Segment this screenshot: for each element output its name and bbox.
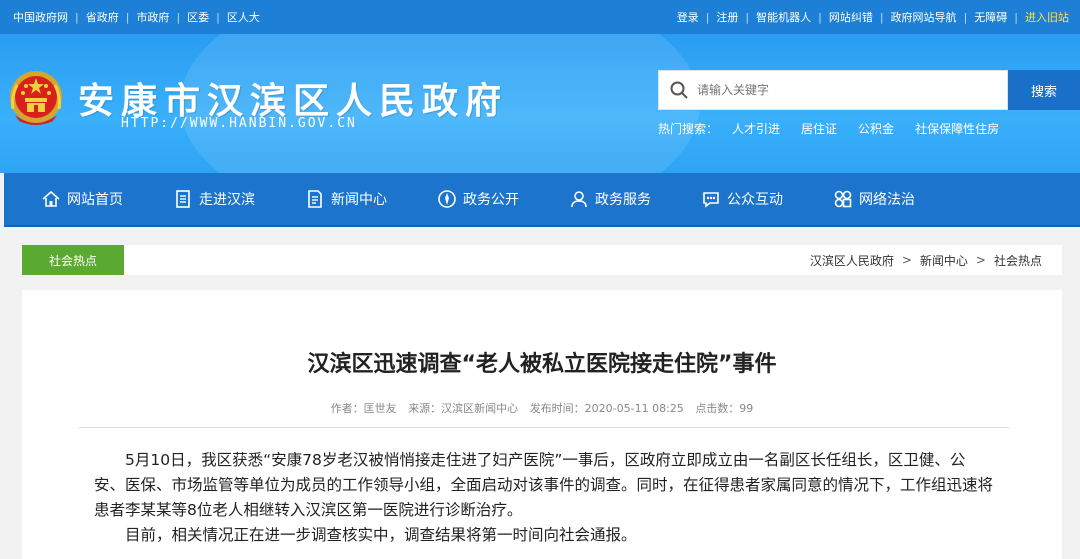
breadcrumb-item-home[interactable]: 汉滨区人民政府 xyxy=(810,252,894,269)
nav-label: 网站首页 xyxy=(67,192,123,208)
site-url: HTTP://WWW.HANBIN.GOV.CN xyxy=(121,116,357,131)
nav-label: 政务公开 xyxy=(463,192,519,208)
old-site-link[interactable]: 进入旧站 xyxy=(1018,9,1076,25)
accessibility-link[interactable]: 无障碍 xyxy=(967,9,1014,25)
article-paragraph: 5月10日，我区获悉“安康78岁老汉被悄悄接走住进了妇产医院”一事后，区政府立即… xyxy=(94,451,994,519)
home-icon xyxy=(42,190,60,207)
breadcrumb-separator: > xyxy=(901,253,912,267)
article-panel: 汉滨区迅速调查“老人被私立医院接走住院”事件 作者：匡世友 来源：汉滨区新闻中心… xyxy=(22,290,1062,559)
breadcrumb-bar: 社会热点 汉滨区人民政府 > 新闻中心 > 社会热点 xyxy=(22,245,1062,275)
separator: | xyxy=(963,10,968,24)
nav-item-news[interactable]: 新闻中心 xyxy=(268,172,400,226)
separator: | xyxy=(75,10,79,24)
separator: | xyxy=(176,10,181,24)
nav-label: 政务服务 xyxy=(595,192,651,208)
nav-label: 新闻中心 xyxy=(331,192,387,208)
compass-icon xyxy=(438,190,456,208)
nav-label: 公众互动 xyxy=(727,192,783,208)
top-bar: 中国政府网 | 省政府 | 市政府 | 区委 | 区人大 登录 | 注册 | 智能机器人 | … xyxy=(0,0,1080,34)
top-link-district-congress[interactable]: 区人大 xyxy=(220,9,267,25)
separator: | xyxy=(705,10,710,24)
document-icon xyxy=(176,190,190,208)
article-body: 5月10日，我区获悉“安康78岁老汉被悄悄接走住进了妇产医院”一事后，区政府立即… xyxy=(94,448,994,548)
hot-search-housing-fund[interactable]: 公积金 xyxy=(858,120,894,137)
chat-icon xyxy=(703,192,719,208)
article-title: 汉滨区迅速调查“老人被私立医院接走住院”事件 xyxy=(307,352,777,377)
nav-item-home[interactable]: 网站首页 xyxy=(4,172,136,226)
hot-search-social-housing[interactable]: 社保保障性住房 xyxy=(915,120,999,137)
error-report-link[interactable]: 网站纠错 xyxy=(822,9,880,25)
divider xyxy=(79,427,1009,428)
top-link-province[interactable]: 省政府 xyxy=(79,9,126,25)
nav-label: 网络法治 xyxy=(859,192,915,208)
hot-search-residence-permit[interactable]: 居住证 xyxy=(801,120,837,137)
article-paragraph: 目前，相关情况正在进一步调查核实中，调查结果将第一时间向社会通报。 xyxy=(125,526,637,544)
search-input[interactable] xyxy=(697,83,997,97)
top-link-gov-cn[interactable]: 中国政府网 xyxy=(6,9,75,25)
nav-item-law[interactable]: 网络法治 xyxy=(796,172,928,226)
breadcrumb-separator: > xyxy=(975,253,986,267)
register-link[interactable]: 注册 xyxy=(709,9,745,25)
search-button[interactable]: 搜索 xyxy=(1008,70,1080,110)
national-emblem-icon xyxy=(10,71,62,125)
separator: | xyxy=(216,10,220,24)
breadcrumb-item-news[interactable]: 新闻中心 xyxy=(920,252,968,269)
section-tag[interactable]: 社会热点 xyxy=(22,245,124,275)
news-icon xyxy=(308,190,322,208)
hot-search-label: 热门搜索： xyxy=(658,122,719,136)
top-bar-left-links: 中国政府网 | 省政府 | 市政府 | 区委 | 区人大 xyxy=(6,0,267,34)
login-link[interactable]: 登录 xyxy=(670,9,706,25)
top-bar-right-links: 登录 | 注册 | 智能机器人 | 网站纠错 | 政府网站导航 | 无障碍 | 进入旧站 xyxy=(670,0,1076,34)
user-icon xyxy=(571,191,587,208)
top-link-district-committee[interactable]: 区委 xyxy=(180,9,216,25)
separator: | xyxy=(1014,10,1018,24)
hot-searches: 热门搜索： 人才引进 居住证 公积金 社保保障性住房 xyxy=(658,120,1020,137)
breadcrumb: 汉滨区人民政府 > 新闻中心 > 社会热点 xyxy=(810,245,1042,275)
separator: | xyxy=(818,10,822,24)
article-date: 发布时间：2020-05-11 08:25 xyxy=(529,402,684,415)
main-nav: 网站首页 走进汉滨 新闻中心 政务公开 政务服务 公众互动 网络法治 xyxy=(4,173,1080,227)
top-link-city[interactable]: 市政府 xyxy=(129,9,176,25)
nav-label: 走进汉滨 xyxy=(199,192,255,208)
site-nav-link[interactable]: 政府网站导航 xyxy=(884,9,964,25)
search-icon xyxy=(670,81,688,99)
nav-item-about[interactable]: 走进汉滨 xyxy=(136,172,268,226)
article-author: 作者：匡世友 xyxy=(330,402,397,415)
article-views: 点击数：99 xyxy=(695,402,754,415)
nav-item-services[interactable]: 政务服务 xyxy=(532,172,664,226)
network-icon xyxy=(834,190,852,208)
separator: | xyxy=(879,10,884,24)
site-header: 安康市汉滨区人民政府 HTTP://WWW.HANBIN.GOV.CN 搜索 热… xyxy=(0,34,1080,173)
nav-item-gov-affairs[interactable]: 政务公开 xyxy=(400,172,532,226)
robot-link[interactable]: 智能机器人 xyxy=(749,9,818,25)
hot-search-talent[interactable]: 人才引进 xyxy=(732,120,780,137)
search-box xyxy=(658,70,1008,110)
separator: | xyxy=(125,10,130,24)
nav-item-interaction[interactable]: 公众互动 xyxy=(664,172,796,226)
article-meta: 作者：匡世友 来源：汉滨区新闻中心 发布时间：2020-05-11 08:25 … xyxy=(22,400,1062,416)
article-source: 来源：汉滨区新闻中心 xyxy=(408,402,519,415)
separator: | xyxy=(745,10,750,24)
breadcrumb-item-current[interactable]: 社会热点 xyxy=(994,252,1042,269)
